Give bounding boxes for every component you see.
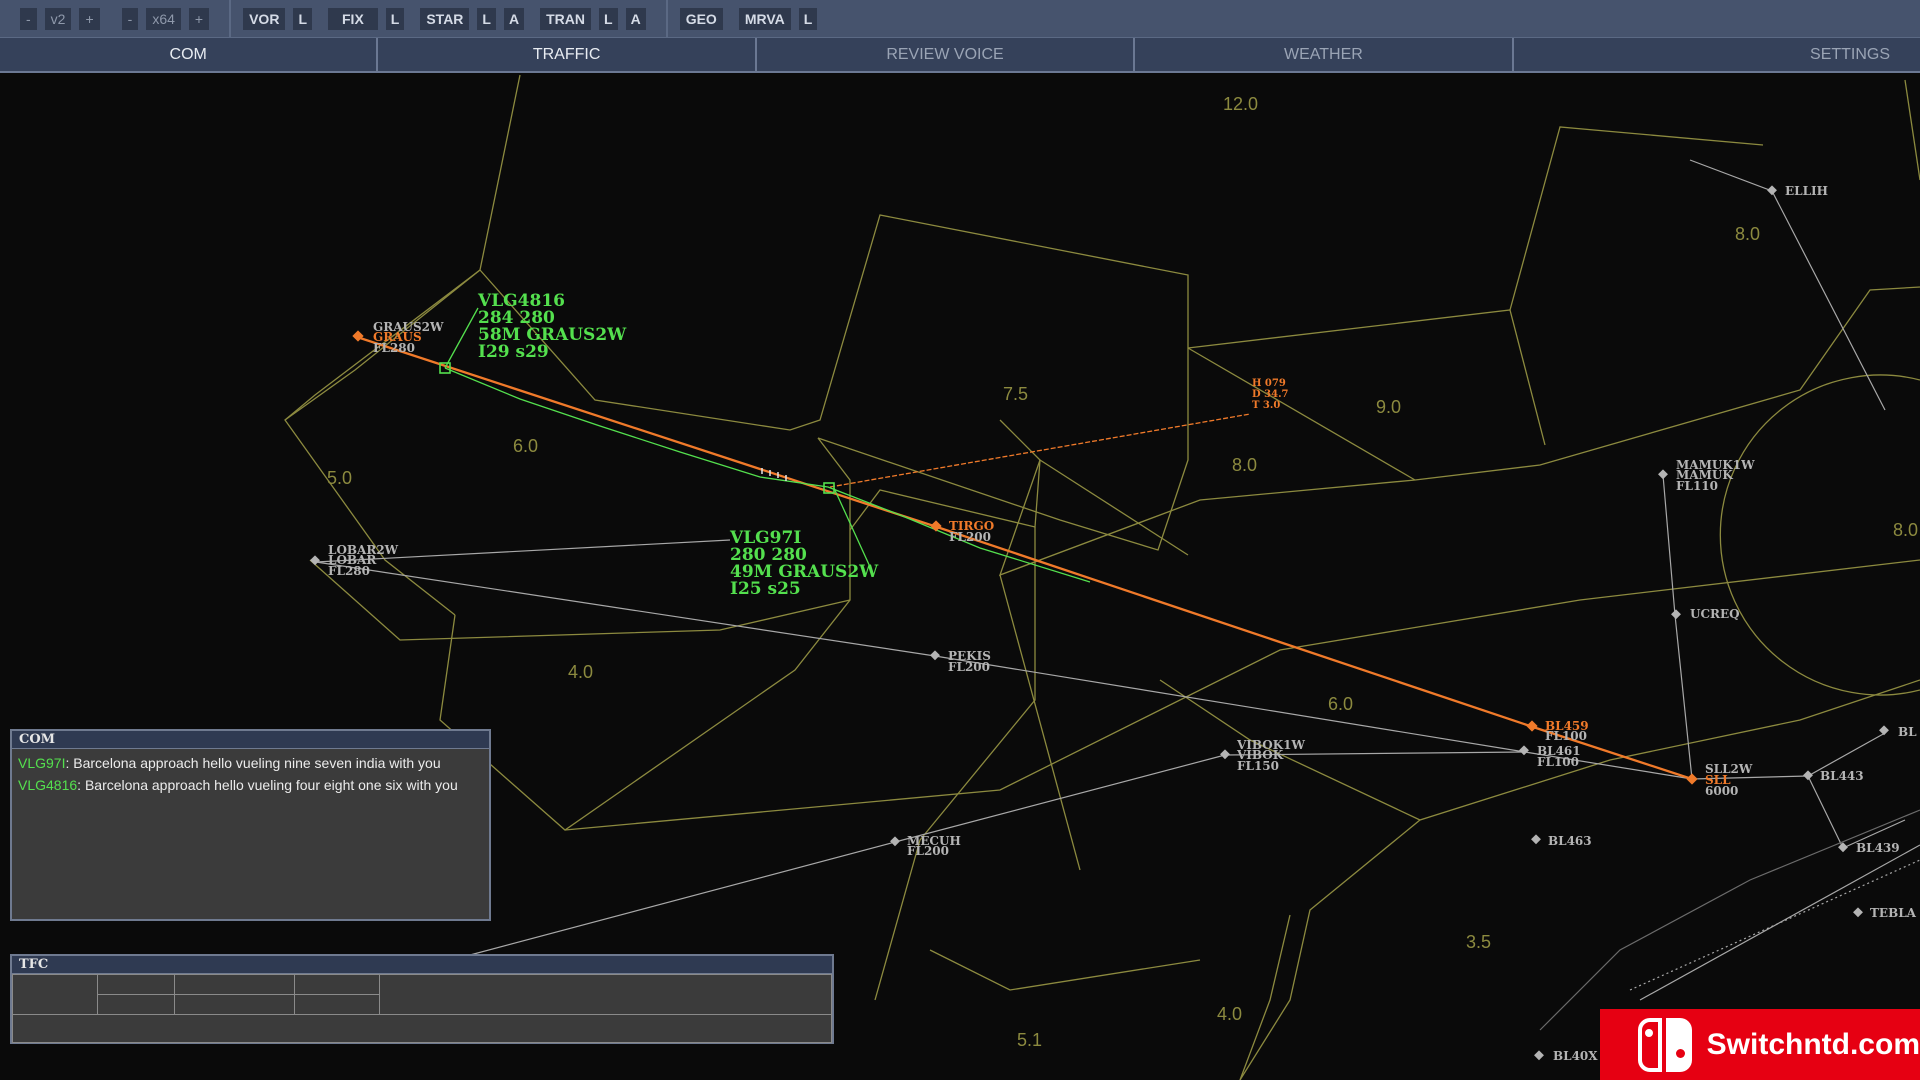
sector-label: 8.0	[1232, 455, 1257, 475]
star-label-button[interactable]: L	[477, 7, 496, 30]
com-panel-title: COM	[12, 731, 489, 749]
waypoint-label: FL150	[1237, 759, 1279, 773]
sector-label: 5.1	[1017, 1030, 1042, 1050]
v-decrease-button[interactable]: -	[20, 7, 37, 30]
sector-label: 4.0	[1217, 1004, 1242, 1024]
tfc-cell	[12, 974, 98, 1015]
tfc-panel-title: TFC	[12, 956, 832, 974]
sector-label: 9.0	[1376, 397, 1401, 417]
tfc-cell	[97, 974, 175, 995]
sector-label: 6.0	[513, 436, 538, 456]
waypoint-label: TEBLA	[1870, 906, 1917, 920]
tran-altitude-button[interactable]: A	[625, 7, 646, 30]
speed-line: I29 s29	[478, 342, 549, 362]
tab-traffic[interactable]: TRAFFIC	[378, 38, 757, 71]
waypoint-label: FL110	[1676, 479, 1718, 493]
watermark-logo: Switchntd.com	[1600, 1009, 1920, 1080]
waypoint-label: FL280	[373, 341, 415, 355]
x-value: x64	[146, 7, 181, 30]
mrva-toggle-button[interactable]: MRVA	[738, 7, 791, 30]
layers-group: VOR L FIX L STAR L A TRAN L A	[231, 0, 668, 37]
waypoint-label: FL280	[328, 564, 370, 578]
message-text: : Barcelona approach hello vueling four …	[77, 777, 458, 793]
tab-settings[interactable]: SETTINGS	[1514, 38, 1920, 71]
waypoint-label: FL100	[1537, 755, 1579, 769]
tab-review-voice[interactable]: REVIEW VOICE	[757, 38, 1136, 71]
message-text: : Barcelona approach hello vueling nine …	[65, 755, 441, 771]
waypoint-label: BL443	[1820, 769, 1864, 783]
com-message: VLG97I: Barcelona approach hello vueling…	[12, 753, 489, 773]
waypoint-label: UCREQ	[1690, 607, 1740, 621]
tfc-cell	[174, 994, 295, 1015]
measure-heading: H 079	[1252, 378, 1286, 389]
vor-label-button[interactable]: L	[293, 7, 312, 30]
waypoint-label: FL100	[1545, 729, 1587, 743]
radar-scope[interactable]: 12.0 8.0 7.5 9.0 6.0 5.0 8.0 8.0 4.0 6.0…	[0, 73, 1920, 1080]
waypoint-label: BL40X	[1553, 1049, 1598, 1063]
measure-distance: D 34.7	[1252, 389, 1289, 400]
vor-toggle-button[interactable]: VOR	[243, 7, 286, 30]
sector-boundaries	[284, 74, 1920, 1080]
sector-label: 3.5	[1466, 932, 1491, 952]
tran-label-button[interactable]: L	[599, 7, 618, 30]
fix-toggle-button[interactable]: FIX	[328, 7, 378, 30]
waypoint-label: FL200	[949, 530, 991, 544]
waypoint-labels: GRAUS2W GRAUS FL280 LOBAR2W LOBAR FL280 …	[328, 184, 1917, 1063]
tran-toggle-button[interactable]: TRAN	[540, 7, 591, 30]
message-callsign[interactable]: VLG97I	[18, 755, 65, 771]
star-route	[359, 336, 1693, 781]
tfc-cell	[12, 1014, 832, 1043]
watermark-text: Switchntd.com	[1706, 1027, 1920, 1061]
x-increase-button[interactable]: +	[188, 7, 210, 30]
sector-label: 6.0	[1328, 694, 1353, 714]
sector-label: 12.0	[1223, 94, 1258, 114]
waypoint-label: ELLIH	[1785, 184, 1828, 198]
sector-label: 5.0	[327, 468, 352, 488]
waypoint-label: 6000	[1705, 784, 1738, 798]
toolbar: - v2 + - x64 + VOR L FIX L STAR L A TRAN…	[0, 0, 1920, 37]
main-tabs: COM TRAFFIC REVIEW VOICE WEATHER SETTING…	[0, 37, 1920, 73]
waypoint-label: FL200	[948, 660, 990, 674]
measure-time: T 3.0	[1252, 400, 1280, 411]
star-altitude-button[interactable]: A	[503, 7, 525, 30]
star-toggle-button[interactable]: STAR	[420, 7, 470, 30]
measure-readout: H 079 D 34.7 T 3.0	[1252, 378, 1289, 411]
map-group: GEO MRVA L	[668, 0, 838, 37]
v-value: v2	[44, 7, 72, 30]
com-message: VLG4816: Barcelona approach hello vuelin…	[12, 775, 489, 795]
tfc-panel[interactable]: TFC	[10, 954, 834, 1044]
switch-logo-icon	[1638, 1017, 1693, 1072]
sector-label: 8.0	[1893, 520, 1918, 540]
geo-toggle-button[interactable]: GEO	[679, 7, 723, 30]
tfc-cell	[97, 994, 175, 1015]
tab-weather[interactable]: WEATHER	[1135, 38, 1514, 71]
mrva-label-button[interactable]: L	[798, 7, 818, 30]
tfc-cell	[294, 994, 380, 1015]
tfc-table	[12, 974, 832, 1045]
v-increase-button[interactable]: +	[79, 7, 100, 30]
sector-label: 8.0	[1735, 224, 1760, 244]
tfc-cell	[294, 974, 380, 995]
tfc-cell	[174, 974, 295, 995]
sector-label: 4.0	[568, 662, 593, 682]
zoom-group: - v2 + - x64 +	[20, 0, 232, 37]
waypoint-label: BL439	[1856, 841, 1900, 855]
tab-com[interactable]: COM	[0, 38, 379, 71]
x-decrease-button[interactable]: -	[121, 7, 139, 30]
tfc-cell	[379, 974, 832, 1015]
sector-label: 7.5	[1003, 384, 1028, 404]
message-callsign[interactable]: VLG4816	[18, 777, 77, 793]
waypoint-label: BL463	[1548, 834, 1592, 848]
waypoint-label: BL	[1898, 725, 1917, 739]
speed-line: I25 s25	[730, 579, 801, 599]
com-panel[interactable]: COM VLG97I: Barcelona approach hello vue…	[10, 729, 491, 921]
fix-label-button[interactable]: L	[385, 7, 405, 30]
sector-labels: 12.0 8.0 7.5 9.0 6.0 5.0 8.0 8.0 4.0 6.0…	[327, 94, 1918, 1050]
waypoint-label: FL200	[907, 844, 949, 858]
